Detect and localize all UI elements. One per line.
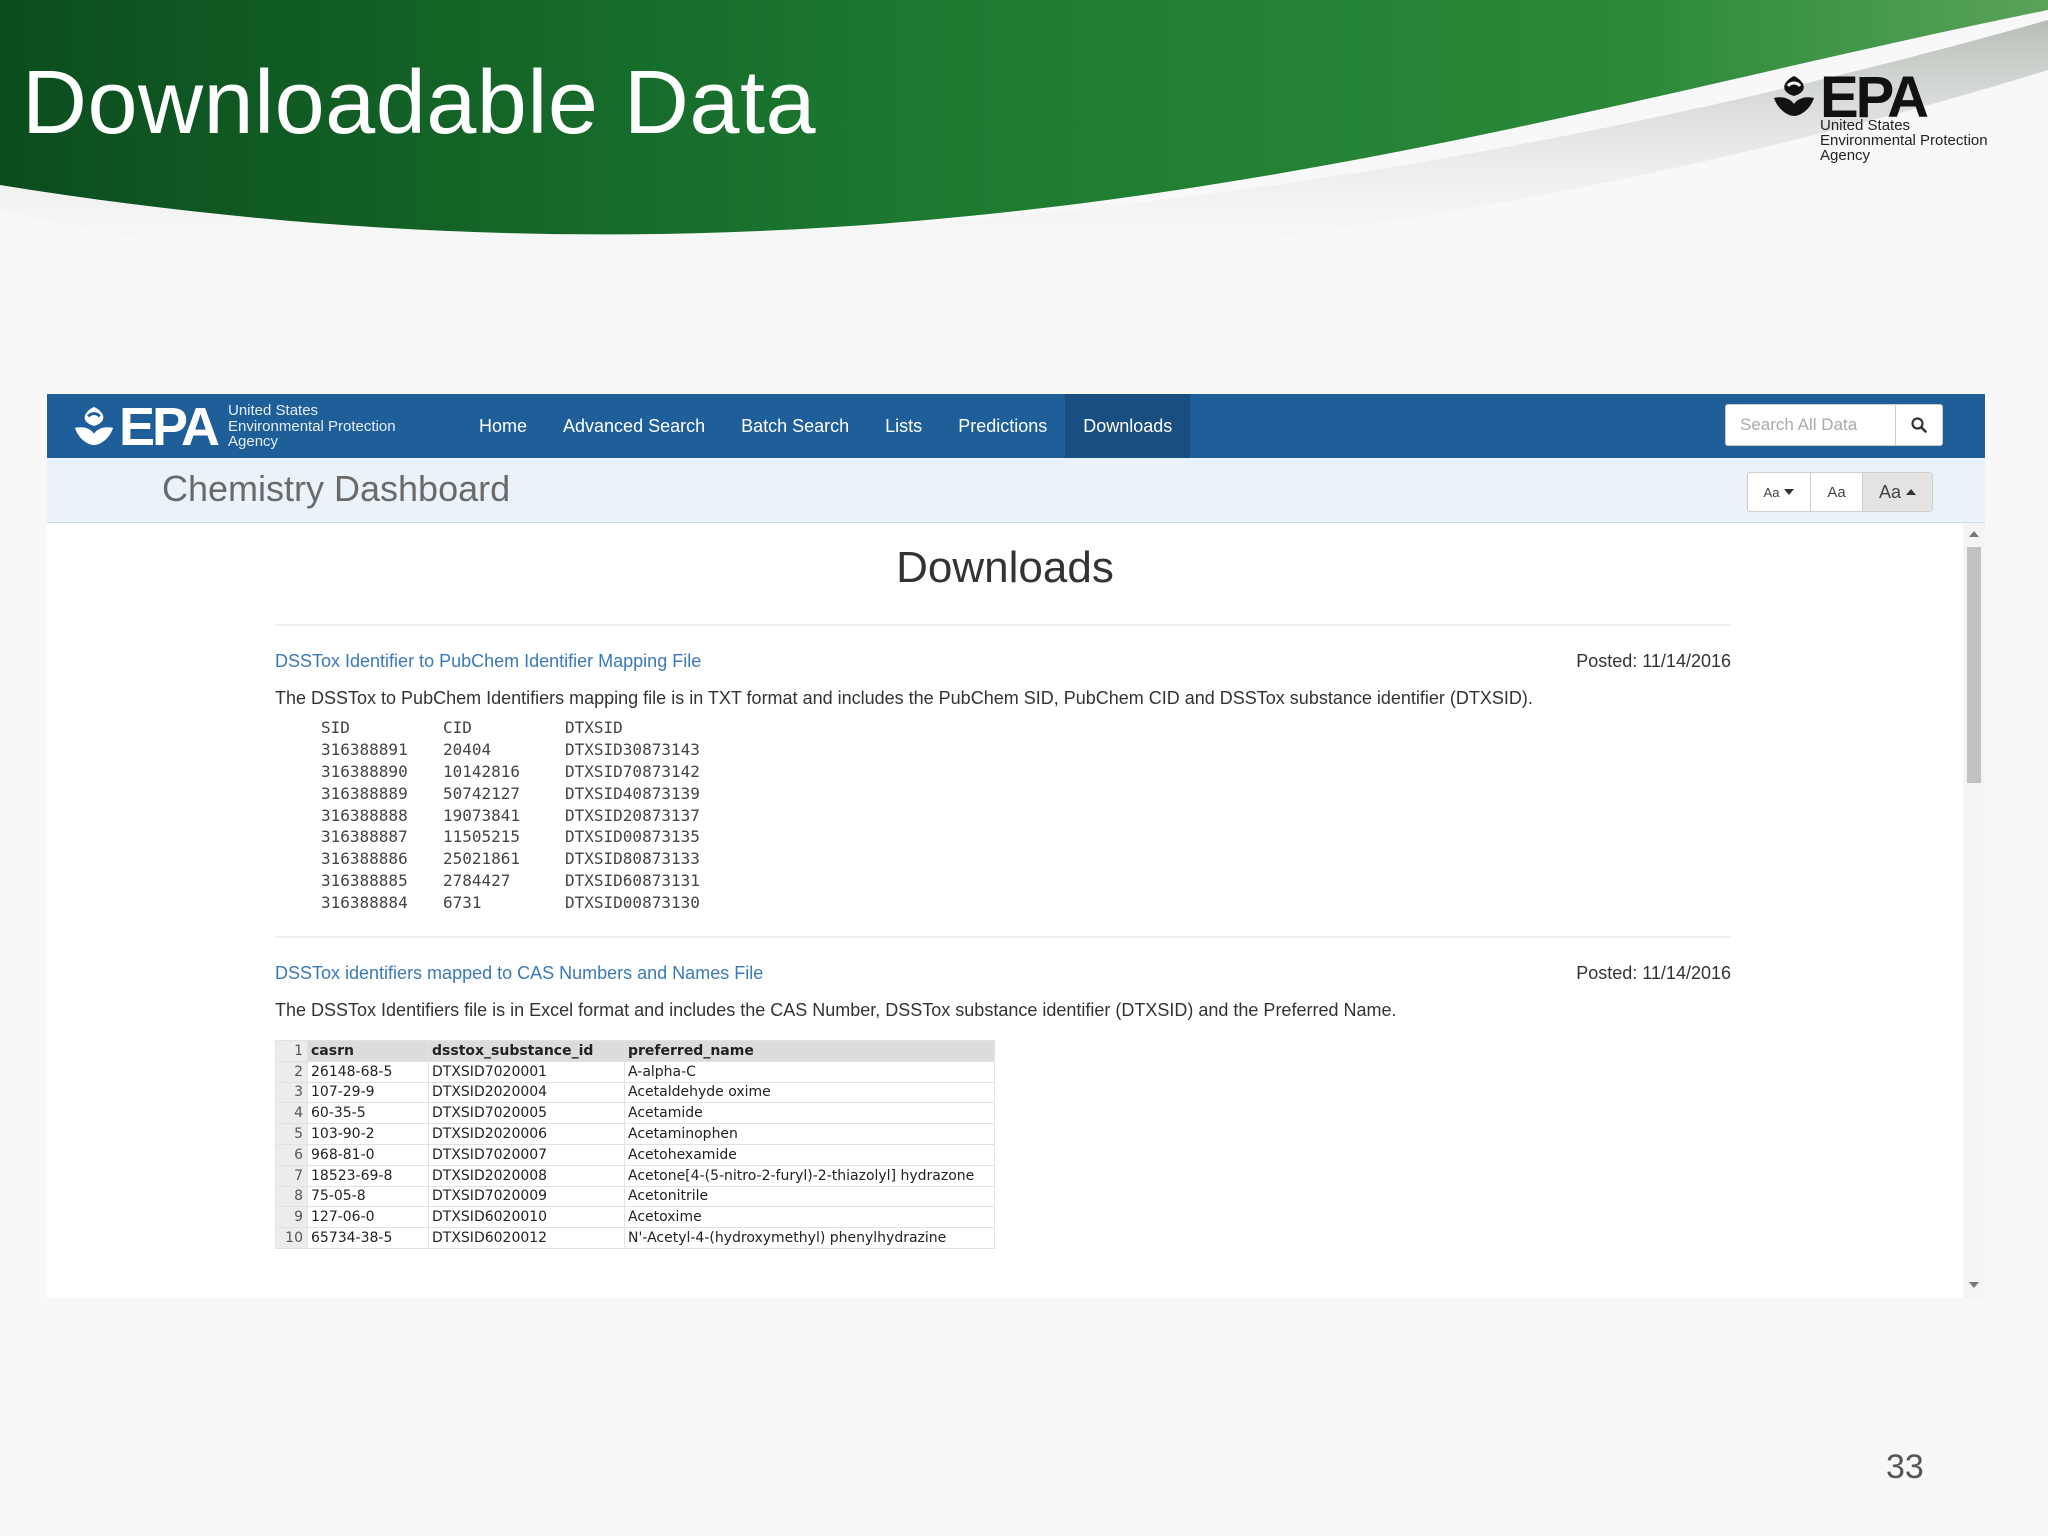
slide-epa-logo: EPA United States Environmental Protecti… — [1772, 65, 2012, 170]
column-header: preferred_name — [624, 1040, 995, 1062]
nav-logo-agency-name: United States Environmental Protection A… — [228, 402, 396, 450]
epa-flower-icon — [74, 406, 114, 446]
table-row: 316388890 10142816 DTXSID70873142 — [321, 761, 700, 781]
scroll-up-arrow-icon[interactable] — [1969, 531, 1979, 537]
row-number: 1 — [275, 1040, 308, 1062]
cas-names-preview: 1 casrn dsstox_substance_id preferred_na… — [275, 1040, 995, 1249]
divider — [275, 624, 1731, 626]
nav-item-home[interactable]: Home — [461, 394, 545, 458]
row-number: 3 — [275, 1081, 308, 1104]
table-row: 2 26148-68-5 DTXSID7020001 A-alpha-C — [275, 1060, 995, 1083]
table-row: 8 75-05-8 DTXSID7020009 Acetonitrile — [275, 1185, 995, 1208]
table-row: 3 107-29-9 DTXSID2020004 Acetaldehyde oxime — [275, 1081, 995, 1104]
table-header-row: SID CID DTXSID — [321, 717, 700, 739]
table-row: 316388889 50742127 DTXSID40873139 — [321, 783, 700, 803]
search-input[interactable] — [1725, 404, 1895, 446]
posted-date: Posted: 11/14/2016 — [1576, 651, 1731, 671]
search-button[interactable] — [1895, 404, 1943, 446]
caret-down-icon — [1784, 489, 1795, 495]
download-description: The DSSTox Identifiers file is in Excel … — [275, 1000, 1397, 1020]
table-row: 7 18523-69-8 DTXSID2020008 Acetone[4-(5-nit… — [275, 1164, 995, 1187]
posted-date: Posted: 11/14/2016 — [1576, 963, 1731, 983]
download-link-pubchem-mapping[interactable]: DSSTox Identifier to PubChem Identifier … — [275, 651, 701, 672]
caret-up-icon — [1906, 489, 1917, 495]
row-number: 6 — [275, 1143, 308, 1166]
row-number: 4 — [275, 1102, 308, 1125]
nav-item-lists[interactable]: Lists — [867, 394, 940, 458]
nav-item-predictions[interactable]: Predictions — [940, 394, 1065, 458]
column-header: SID — [321, 718, 350, 738]
table-row: 316388888 19073841 DTXSID20873137 — [321, 805, 700, 825]
page-heading: Downloads — [896, 543, 1114, 592]
scroll-down-arrow-icon[interactable] — [1969, 1282, 1979, 1288]
table-row: 5 103-90-2 DTXSID2020006 Acetaminophen — [275, 1123, 995, 1145]
nav-item-batch-search[interactable]: Batch Search — [723, 394, 867, 458]
row-number: 5 — [275, 1123, 308, 1145]
top-navbar: EPA United States Environmental Protecti… — [47, 394, 1985, 458]
column-header: DTXSID — [565, 718, 623, 738]
slide-page-number: 33 — [1886, 1448, 1924, 1486]
download-link-cas-names[interactable]: DSSTox identifiers mapped to CAS Numbers… — [275, 963, 763, 984]
table-row: 9 127-06-0 DTXSID6020010 Acetoxime — [275, 1206, 995, 1229]
slide-title: Downloadable Data — [22, 53, 817, 153]
epa-flower-icon — [1774, 76, 1814, 116]
column-header: casrn — [307, 1040, 429, 1062]
table-row: 10 65734-38-5 DTXSID6020012 N'-Acetyl-4-(hy… — [275, 1227, 995, 1249]
font-size-increase-button[interactable]: Aa — [1863, 472, 1933, 512]
table-row: 6 968-81-0 DTXSID7020007 Acetohexamide — [275, 1143, 995, 1166]
row-number: 7 — [275, 1164, 308, 1187]
pubchem-mapping-preview: SID CID DTXSID 316388891 20404 DTXSID30873… — [321, 717, 700, 913]
search-icon — [1911, 417, 1927, 433]
table-row: 4 60-35-5 DTXSID7020005 Acetamide — [275, 1102, 995, 1125]
slide-logo-agency-name: United States Environmental Protection A… — [1820, 117, 1988, 164]
nav-menu: Home Advanced Search Batch Search Lists … — [461, 394, 1191, 458]
vertical-scrollbar[interactable] — [1963, 523, 1985, 1298]
font-size-decrease-button[interactable]: Aa — [1747, 472, 1811, 512]
dashboard-title-bar: Chemistry Dashboard Aa Aa Aa — [47, 458, 1985, 523]
row-number: 2 — [275, 1060, 308, 1083]
table-header-row: 1 casrn dsstox_substance_id preferred_na… — [275, 1040, 995, 1062]
scrollbar-thumb[interactable] — [1967, 547, 1981, 783]
nav-item-advanced-search[interactable]: Advanced Search — [545, 394, 723, 458]
dashboard-title: Chemistry Dashboard — [162, 468, 511, 509]
row-number: 10 — [275, 1227, 308, 1249]
nav-search-group — [1725, 404, 1943, 446]
table-row: 316388887 11505215 DTXSID00873135 — [321, 827, 700, 847]
chemistry-dashboard-window: EPA United States Environmental Protecti… — [47, 394, 1985, 1298]
font-size-reset-button[interactable]: Aa — [1811, 472, 1863, 512]
nav-epa-logo[interactable]: EPA United States Environmental Protecti… — [73, 397, 443, 457]
font-size-controls: Aa Aa Aa — [1747, 472, 1933, 512]
column-header: CID — [443, 718, 472, 738]
column-header: dsstox_substance_id — [428, 1040, 625, 1062]
nav-logo-word: EPA — [119, 397, 220, 457]
table-row: 316388891 20404 DTXSID30873143 — [321, 740, 700, 760]
table-row: 316388885 2784427 DTXSID60873131 — [321, 870, 700, 890]
row-number: 9 — [275, 1206, 308, 1229]
downloads-page: Downloads DSSTox Identifier to PubChem I… — [47, 523, 1963, 1298]
table-row: 316388886 25021861 DTXSID80873133 — [321, 849, 700, 869]
row-number: 8 — [275, 1185, 308, 1208]
download-description: The DSSTox to PubChem Identifiers mappin… — [275, 688, 1533, 708]
table-row: 316388884 6731 DTXSID00873130 — [321, 892, 700, 912]
nav-item-downloads[interactable]: Downloads — [1065, 394, 1191, 458]
divider — [275, 936, 1731, 938]
